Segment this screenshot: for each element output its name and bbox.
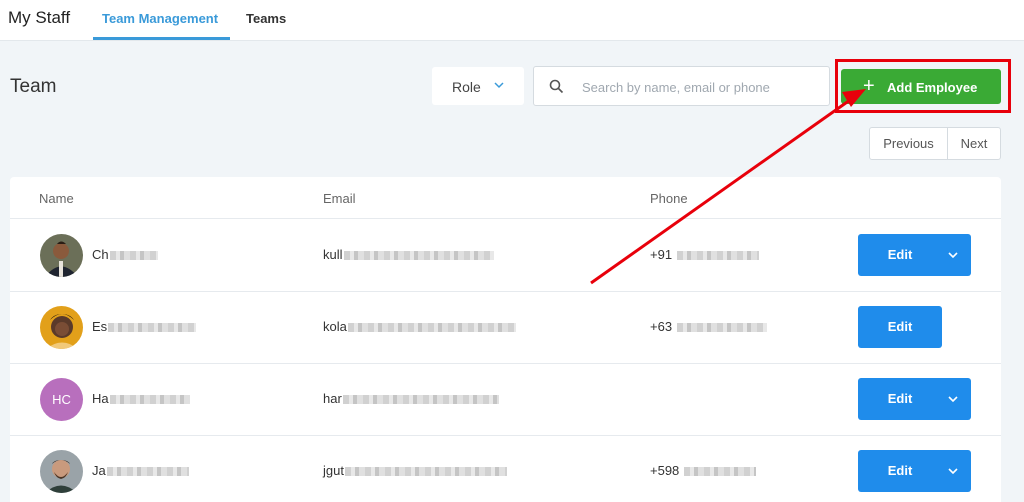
employee-phone: +91 [650,247,760,262]
edit-button[interactable]: Edit [858,450,971,492]
next-button[interactable]: Next [948,128,1000,159]
page-title: Team [10,76,57,97]
search-input[interactable] [582,77,822,97]
employee-email: jgut [323,463,507,478]
annotation-highlight-box [835,59,1011,113]
avatar [40,234,83,277]
chevron-down-icon[interactable] [946,465,960,477]
employee-email: har [323,391,499,406]
column-header-name: Name [39,191,74,206]
pagination: Previous Next [869,127,1001,160]
search-icon [549,79,564,94]
table-row: HC Ha har Edit [10,363,1001,435]
chevron-down-icon [494,82,504,89]
chevron-down-icon[interactable] [946,249,960,261]
chevron-down-icon[interactable] [946,393,960,405]
edit-button[interactable]: Edit [858,378,971,420]
active-tab-indicator [93,37,230,40]
employee-name: Ja [92,463,189,478]
table-row: Ja jgut +598 Edit [10,435,1001,502]
avatar [40,450,83,493]
employee-name: Ch [92,247,158,262]
top-nav: My Staff Team Management Teams [0,0,1024,41]
column-header-phone: Phone [650,191,688,206]
edit-button[interactable]: Edit [858,306,942,348]
column-header-email: Email [323,191,356,206]
employee-name: Es [92,319,197,334]
employee-email: kola [323,319,516,334]
avatar [40,306,83,349]
previous-button[interactable]: Previous [870,128,948,159]
tab-team-management[interactable]: Team Management [102,11,218,26]
tab-teams[interactable]: Teams [246,11,286,26]
employee-email: kull [323,247,494,262]
avatar: HC [40,378,83,421]
table-row: Es kola +63 Edit [10,291,1001,363]
role-filter-label: Role [452,79,481,95]
employee-name: Ha [92,391,190,406]
edit-button[interactable]: Edit [858,234,971,276]
employee-phone: +63 [650,319,768,334]
table-row: Ch kull +91 Edit [10,219,1001,291]
app-title: My Staff [8,8,71,27]
employee-phone: +598 [650,463,757,478]
role-filter-dropdown[interactable]: Role [432,67,524,105]
search-box[interactable] [533,66,830,106]
staff-table: Name Email Phone Ch kull +91 Edit Es kol… [10,177,1001,502]
